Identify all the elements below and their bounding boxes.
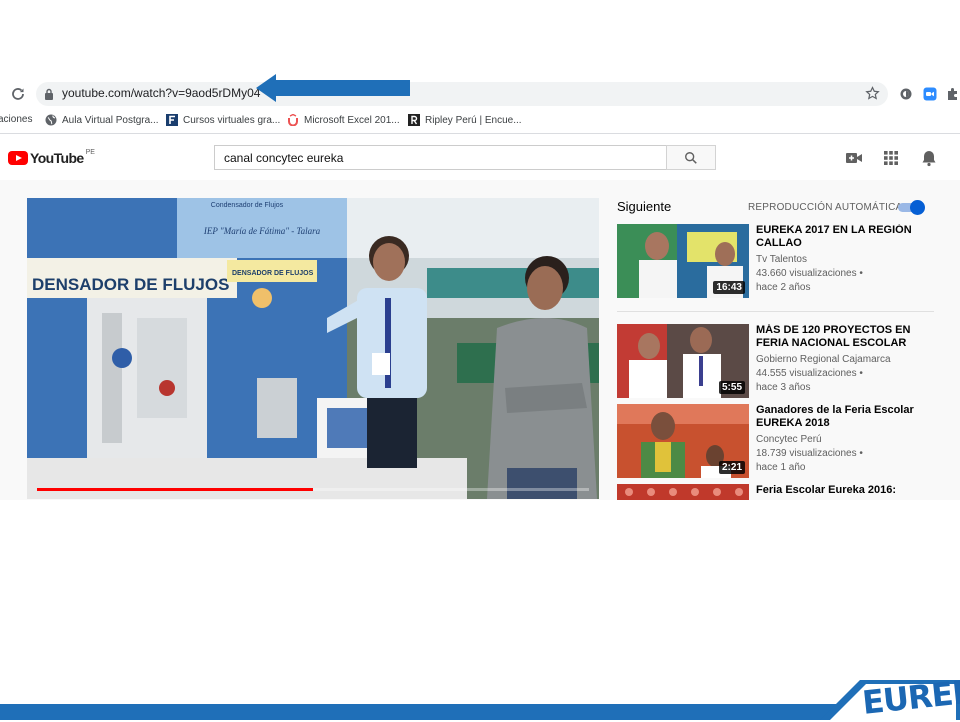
video-thumbnail[interactable] bbox=[617, 484, 749, 500]
up-next-label: Siguiente bbox=[617, 199, 672, 214]
youtube-masthead: YouTube PE canal concytec eureka bbox=[0, 134, 960, 180]
video-title[interactable]: Feria Escolar Eureka 2016: bbox=[756, 484, 926, 497]
search-query[interactable]: canal concytec eureka bbox=[224, 151, 343, 165]
view-count: 18.739 visualizaciones • bbox=[756, 448, 863, 459]
search-button[interactable] bbox=[666, 145, 716, 170]
slide-footer-band bbox=[0, 704, 960, 720]
scene-banner-text: DENSADOR DE FLUJOS bbox=[32, 275, 229, 294]
recommendation-item[interactable]: Feria Escolar Eureka 2016: bbox=[617, 484, 937, 500]
extensions-puzzle-icon[interactable] bbox=[946, 87, 960, 101]
player-progress-fill bbox=[37, 488, 313, 491]
bookmark-label: aciones bbox=[0, 114, 33, 125]
recommendation-item[interactable]: 2:21 Ganadores de la Feria Escolar EUREK… bbox=[617, 404, 937, 480]
video-title[interactable]: Ganadores de la Feria Escolar EUREKA 201… bbox=[756, 404, 926, 430]
view-count: 43.660 visualizaciones • bbox=[756, 268, 863, 279]
notifications-bell-icon[interactable] bbox=[920, 149, 938, 167]
watch-page: Condensador de Flujos IEP "María de Fáti… bbox=[0, 180, 960, 500]
bookmark-item[interactable]: Ripley Perú | Encue... bbox=[408, 114, 522, 126]
thumbnail-image bbox=[617, 484, 749, 500]
video-frame: Condensador de Flujos IEP "María de Fáti… bbox=[27, 198, 599, 499]
bookmark-label: Aula Virtual Postgra... bbox=[62, 114, 159, 126]
globe-icon bbox=[45, 114, 57, 126]
annotation-arrow bbox=[256, 74, 410, 102]
url-text[interactable]: youtube.com/watch?v=9aod5rDMy04 bbox=[62, 86, 260, 100]
youtube-logo-text: YouTube bbox=[30, 150, 84, 166]
channel-name[interactable]: Gobierno Regional Cajamarca bbox=[756, 354, 891, 365]
bookmarks-bar: aciones Aula Virtual Postgra... Cursos v… bbox=[0, 110, 960, 132]
channel-name[interactable]: Concytec Perú bbox=[756, 434, 822, 445]
search-icon bbox=[685, 152, 697, 164]
bookmark-label: Ripley Perú | Encue... bbox=[425, 114, 522, 126]
scene-school-label: IEP "María de Fátima" - Talara bbox=[203, 226, 321, 236]
youtube-logo[interactable]: YouTube PE bbox=[8, 148, 95, 166]
upload-age: hace 1 año bbox=[756, 462, 806, 473]
video-duration: 16:43 bbox=[713, 281, 745, 294]
recommendation-item[interactable]: 5:55 MÁS DE 120 PROYECTOS EN FERIA NACIO… bbox=[617, 324, 937, 400]
extension-circle-icon[interactable] bbox=[899, 87, 913, 101]
video-thumbnail[interactable]: 2:21 bbox=[617, 404, 749, 478]
video-duration: 2:21 bbox=[718, 461, 745, 474]
scene-sign-text: DENSADOR DE FLUJOS bbox=[232, 270, 314, 277]
video-duration: 5:55 bbox=[718, 381, 745, 394]
view-count: 44.555 visualizaciones • bbox=[756, 368, 863, 379]
scene-small-label: Condensador de Flujos bbox=[211, 202, 284, 209]
bookmark-item[interactable]: Microsoft Excel 201... bbox=[287, 114, 400, 126]
recommendation-divider bbox=[617, 311, 934, 312]
channel-name[interactable]: Tv Talentos bbox=[756, 254, 807, 265]
create-video-icon[interactable] bbox=[845, 149, 863, 167]
bookmark-item[interactable]: Cursos virtuales gra... bbox=[166, 114, 280, 126]
r-square-icon bbox=[408, 114, 420, 126]
video-player[interactable]: Condensador de Flujos IEP "María de Fáti… bbox=[27, 198, 599, 499]
upload-age: hace 2 años bbox=[756, 282, 811, 293]
reload-icon[interactable] bbox=[10, 86, 26, 102]
search-input[interactable]: canal concytec eureka bbox=[214, 145, 666, 170]
lock-icon[interactable] bbox=[44, 88, 54, 100]
bookmark-star-icon[interactable] bbox=[865, 86, 880, 101]
video-thumbnail[interactable]: 16:43 bbox=[617, 224, 749, 298]
udemy-icon bbox=[288, 114, 298, 126]
omnibox[interactable]: youtube.com/watch?v=9aod5rDMy04 bbox=[36, 82, 888, 106]
f-square-icon bbox=[166, 114, 178, 126]
bookmark-item[interactable]: aciones bbox=[0, 114, 32, 125]
video-thumbnail[interactable]: 5:55 bbox=[617, 324, 749, 398]
bookmark-item[interactable]: Aula Virtual Postgra... bbox=[45, 114, 159, 126]
video-title[interactable]: MÁS DE 120 PROYECTOS EN FERIA NACIONAL E… bbox=[756, 324, 926, 350]
recommendation-item[interactable]: 16:43 EUREKA 2017 EN LA REGIÓN CALLAO Tv… bbox=[617, 224, 937, 300]
bookmark-label: Cursos virtuales gra... bbox=[183, 114, 281, 126]
autoplay-label: REPRODUCCIÓN AUTOMÁTICA bbox=[748, 202, 903, 213]
zoom-extension-icon[interactable] bbox=[923, 87, 937, 101]
youtube-play-icon bbox=[8, 151, 28, 165]
bookmark-label: Microsoft Excel 201... bbox=[304, 114, 400, 126]
country-code: PE bbox=[85, 148, 95, 156]
apps-grid-icon[interactable] bbox=[882, 149, 900, 167]
autoplay-toggle-knob bbox=[910, 200, 925, 215]
address-bar-row: youtube.com/watch?v=9aod5rDMy04 bbox=[0, 80, 960, 110]
video-title[interactable]: EUREKA 2017 EN LA REGIÓN CALLAO bbox=[756, 224, 926, 250]
upload-age: hace 3 años bbox=[756, 382, 811, 393]
autoplay-toggle[interactable] bbox=[898, 200, 926, 215]
